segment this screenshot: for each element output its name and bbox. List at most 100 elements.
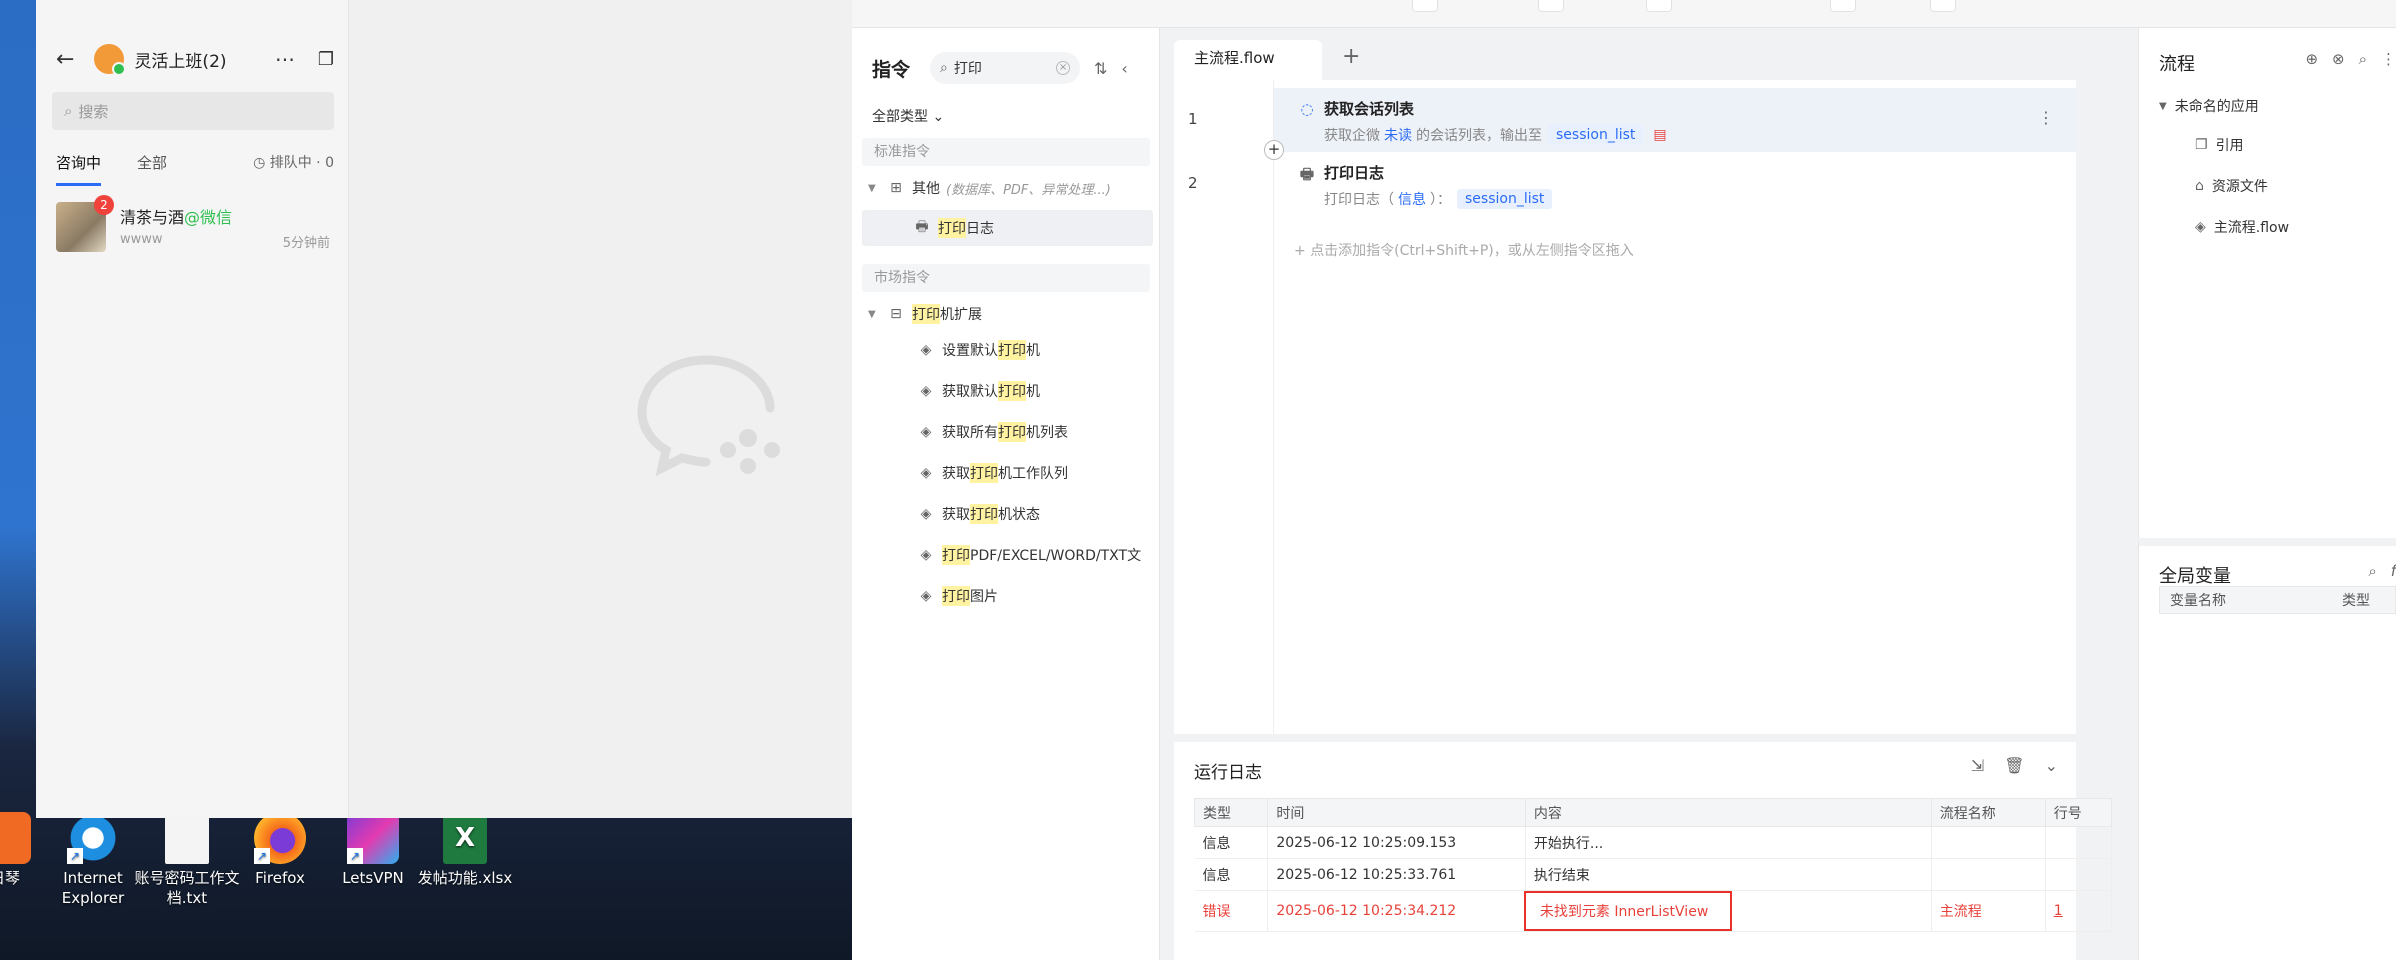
variable-doc-icon[interactable]: ▤ bbox=[1653, 127, 1666, 143]
flow-panel: 流程 ⊕ ⊗ ⌕ ⋮ ▼ 未命名的应用 ❐ 引用 ⌂ 资源文件 ◈ 主流程.flow bbox=[2138, 28, 2396, 538]
layers-icon: ◈ bbox=[920, 465, 932, 481]
column-header: 变量名称 bbox=[2170, 593, 2226, 609]
chat-search-icon: ◌ bbox=[1300, 99, 1314, 118]
tab-all[interactable]: 全部 bbox=[137, 152, 167, 183]
unread-badge: 2 bbox=[94, 195, 114, 215]
add-resource-icon[interactable]: ⊗ bbox=[2332, 50, 2345, 68]
group-title: 灵活上班(2) bbox=[134, 51, 227, 72]
run-log-title: 运行日志 bbox=[1194, 763, 1262, 783]
layers-icon: ◈ bbox=[920, 588, 932, 604]
collapse-panel-icon[interactable]: ‹ bbox=[1121, 59, 1127, 78]
layers-icon: ◈ bbox=[2195, 219, 2206, 235]
tree-item-main-flow[interactable]: ◈ 主流程.flow bbox=[2195, 217, 2289, 237]
log-type: 错误 bbox=[1194, 890, 1269, 932]
toolbar-button[interactable] bbox=[1930, 0, 1956, 12]
queue-status: ◷ 排队中 · 0 bbox=[253, 155, 334, 171]
desktop-icon-xlsx[interactable]: X 发帖功能.xlsx bbox=[410, 812, 520, 888]
layers-icon: ◈ bbox=[920, 547, 932, 563]
add-command-hint[interactable]: + 点击添加指令(Ctrl+Shift+P)，或从左侧指令区拖入 bbox=[1294, 240, 1634, 260]
caret-down-icon: ▼ bbox=[868, 182, 876, 194]
layers-icon: ◈ bbox=[920, 424, 932, 440]
add-flow-icon[interactable]: ⊕ bbox=[2305, 50, 2318, 68]
wecom-window: ← 灵活上班(2) ⋯ ❐ ⌕ 搜索 咨询中 全部 ◷ 排队中 · 0 2 清茶… bbox=[36, 0, 852, 818]
market-command-item[interactable]: ◈ 打印 图片 bbox=[916, 578, 1153, 614]
toolbar-button[interactable] bbox=[1412, 0, 1438, 12]
market-command-item[interactable]: ◈ 获取默认 打印机 bbox=[916, 373, 1153, 409]
flow-step-get-sessions[interactable]: ◌ 获取会话列表 获取企微 未读 的会话列表，输出至 session_list ▤… bbox=[1274, 88, 2076, 152]
add-tab-icon[interactable]: + bbox=[1342, 44, 1360, 69]
log-column-header: 内容 bbox=[1524, 798, 1932, 827]
run-log-panel: 运行日志 ⇲ 🗑 ⌄ 类型 时间 内容 流程名称 行号 信息 2025-06-12 10:… bbox=[1174, 742, 2113, 960]
column-header: 类型 bbox=[2342, 593, 2370, 609]
function-icon[interactable]: f bbox=[2391, 562, 2396, 580]
chevron-down-icon[interactable]: ⌄ bbox=[2045, 756, 2058, 775]
toolbar-button[interactable] bbox=[1646, 0, 1672, 12]
variable-tag[interactable]: session_list bbox=[1457, 189, 1553, 209]
search-icon: ⌕ bbox=[940, 60, 948, 76]
toolbar-button[interactable] bbox=[1830, 0, 1856, 12]
app-root-node[interactable]: ▼ 未命名的应用 bbox=[2159, 96, 2259, 116]
run-log-tools: ⇲ 🗑 ⌄ bbox=[1971, 756, 2058, 775]
log-row[interactable]: 错误 2025-06-12 10:25:34.212 未找到元素 InnerList… bbox=[1194, 890, 2113, 932]
log-line bbox=[2045, 826, 2113, 859]
search-input[interactable]: ⌕ 搜索 bbox=[52, 92, 334, 130]
back-arrow-icon[interactable]: ← bbox=[56, 47, 74, 72]
log-time: 2025-06-12 10:25:09.153 bbox=[1267, 826, 1526, 859]
market-command-item[interactable]: ◈ 打印 PDF/EXCEL/WORD/TXT文 bbox=[916, 537, 1153, 573]
wecom-sidebar: ← 灵活上班(2) ⋯ ❐ ⌕ 搜索 咨询中 全部 ◷ 排队中 · 0 2 清茶… bbox=[36, 0, 349, 818]
log-row[interactable]: 信息 2025-06-12 10:25:09.153 开始执行... bbox=[1194, 826, 2113, 859]
command-print-log[interactable]: 🖶 打印 日志 bbox=[862, 210, 1153, 246]
toolbar-button[interactable] bbox=[1538, 0, 1564, 12]
conversation-meta: wwww 5分钟前 bbox=[120, 232, 330, 251]
market-command-item[interactable]: ◈ 获取 打印 机状态 bbox=[916, 496, 1153, 532]
clear-icon[interactable]: × bbox=[1056, 61, 1071, 75]
trash-icon[interactable]: 🗑 bbox=[2004, 756, 2024, 775]
line-number: 1 bbox=[1188, 110, 1198, 128]
line-number: 2 bbox=[1188, 174, 1198, 192]
export-icon[interactable]: ⇲ bbox=[1971, 756, 1984, 775]
variable-tag[interactable]: session_list bbox=[1548, 125, 1644, 145]
variables-header: 变量名称 类型 bbox=[2159, 586, 2396, 614]
plus-icon: + bbox=[1294, 243, 1306, 259]
log-line: 1 bbox=[2045, 890, 2113, 932]
command-category-printer-ext[interactable]: ▼ ⊟ 打印 机扩展 bbox=[868, 296, 1153, 332]
line-link[interactable]: 1 bbox=[2054, 903, 2063, 919]
search-icon[interactable]: ⌕ bbox=[2359, 50, 2367, 68]
more-icon[interactable]: ⋮ bbox=[2381, 50, 2396, 68]
flow-step-print-log[interactable]: 🖶 打印日志 打印日志（ 信息 ）： session_list bbox=[1274, 152, 2076, 216]
command-panel-header: 指令 ⌕ 打印 × ⇅ ‹ bbox=[872, 50, 1147, 86]
caret-down-icon: ▼ bbox=[2159, 100, 2167, 112]
copy-window-icon[interactable]: ❐ bbox=[318, 49, 334, 70]
vpn-icon: ↗ bbox=[347, 812, 399, 864]
market-command-item[interactable]: ◈ 获取 打印 机工作队列 bbox=[916, 455, 1153, 491]
log-header-row: 类型 时间 内容 流程名称 行号 bbox=[1193, 798, 2113, 827]
account-avatar[interactable] bbox=[94, 44, 127, 76]
contact-name: 清茶与酒@微信 bbox=[120, 207, 233, 227]
error-highlight-box: 未找到元素 InnerListView bbox=[1523, 891, 1733, 931]
search-icon[interactable]: ⌕ bbox=[2368, 562, 2376, 580]
tab-consulting[interactable]: 咨询中 bbox=[56, 152, 102, 186]
run-log-table: 类型 时间 内容 流程名称 行号 信息 2025-06-12 10:25:09.153 开始… bbox=[1193, 798, 2113, 932]
layers-icon: ◈ bbox=[920, 383, 932, 399]
command-search-input[interactable]: ⌕ 打印 × bbox=[930, 52, 1081, 84]
more-vertical-icon[interactable]: ⋮ bbox=[2038, 108, 2054, 127]
sort-icon[interactable]: ⇅ bbox=[1094, 59, 1107, 78]
log-time: 2025-06-12 10:25:34.212 bbox=[1267, 890, 1526, 932]
flow-editor: 1 2 ◌ 获取会话列表 获取企微 未读 的会话列表，输出至 session_li… bbox=[1174, 80, 2076, 734]
tab-main-flow[interactable]: 主流程.flow bbox=[1174, 40, 1322, 80]
tree-item-references[interactable]: ❐ 引用 bbox=[2195, 135, 2244, 155]
conversation-item[interactable]: 2 清茶与酒@微信 wwww 5分钟前 bbox=[36, 195, 349, 258]
editor-tab-bar: 主流程.flow + bbox=[1174, 28, 2076, 80]
clock-icon: ◷ bbox=[253, 155, 266, 171]
app-toolbar bbox=[852, 0, 2396, 28]
market-command-item[interactable]: ◈ 设置默认 打印机 bbox=[916, 332, 1153, 368]
log-row[interactable]: 信息 2025-06-12 10:25:33.761 执行结束 bbox=[1194, 858, 2113, 891]
tree-item-resources[interactable]: ⌂ 资源文件 bbox=[2195, 176, 2268, 196]
type-filter-dropdown[interactable]: 全部类型 ⌄ bbox=[872, 106, 944, 126]
command-category-other[interactable]: ▼ ⊞ 其他 (数据库、PDF、异常处理...) bbox=[868, 170, 1153, 206]
more-icon[interactable]: ⋯ bbox=[275, 47, 296, 71]
flow-panel-tools: ⊕ ⊗ ⌕ ⋮ bbox=[2305, 50, 2396, 68]
market-command-item[interactable]: ◈ 获取所有 打印 机列表 bbox=[916, 414, 1153, 450]
variables-tools: ⌕ f bbox=[2368, 562, 2396, 580]
log-type: 信息 bbox=[1194, 826, 1269, 859]
